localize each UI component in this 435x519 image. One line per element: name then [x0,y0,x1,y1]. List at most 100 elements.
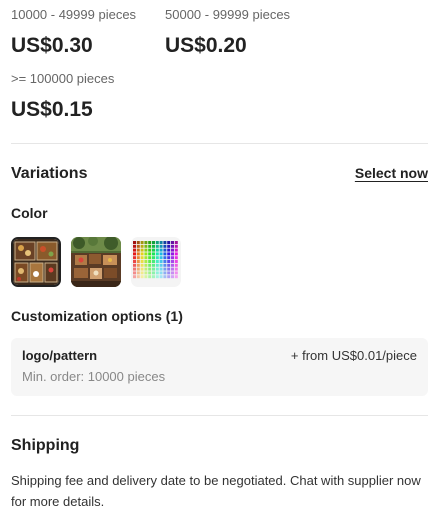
palette-chip [167,260,171,263]
palette-chip [171,271,174,275]
palette-chip [163,267,167,271]
palette-chip [140,260,144,263]
palette-chip [174,256,178,260]
palette-chip [133,275,136,279]
palette-chip [136,271,140,275]
outdoor-picnic-image [71,237,121,287]
palette-chip [163,241,167,244]
palette-chip [155,248,159,252]
palette-chip [159,244,163,248]
palette-chip [148,244,152,248]
tier-price: US$0.30 [11,34,93,57]
palette-chip [140,271,144,275]
palette-chip [144,256,148,260]
palette-chip [148,267,152,271]
palette-chip [144,267,148,271]
bento-box-swatch[interactable] [11,237,61,287]
customization-option-card[interactable]: logo/pattern + from US$0.01/piece Min. o… [11,338,428,396]
palette-chip [167,252,171,256]
palette-chip [174,244,178,248]
palette-chip [148,271,152,275]
palette-chip [171,260,174,263]
palette-chip [163,271,167,275]
palette-chip [136,256,140,260]
tier-range: >= 100000 pieces [11,71,115,86]
palette-chip [148,275,152,279]
palette-chip [133,267,136,271]
customization-title: Customization options (1) [11,308,183,324]
palette-chip [163,263,167,267]
palette-chip [133,244,136,248]
option-name: logo/pattern [22,348,98,363]
select-now-link[interactable]: Select now [355,163,428,183]
palette-chip [136,260,140,263]
palette-chip [148,252,152,256]
price-tier-3: >= 100000 pieces US$0.15 [11,71,114,123]
tier-price: US$0.15 [11,98,93,121]
palette-chip [148,263,152,267]
palette-chip [171,256,174,260]
bento-box-image [13,239,59,285]
tier-price: US$0.20 [165,34,247,57]
palette-chip [144,260,148,263]
variations-title: Variations [11,165,88,182]
palette-chip [148,260,152,263]
palette-chip [144,252,148,256]
palette-chip [136,241,140,244]
palette-chip [152,263,155,267]
palette-chip [155,271,159,275]
palette-chip [159,241,163,244]
palette-chip [171,241,174,244]
palette-chip [144,271,148,275]
palette-chip [140,244,144,248]
palette-chip [167,267,171,271]
price-tier-1: 10000 - 49999 pieces US$0.30 [11,7,136,59]
palette-chip [144,241,148,244]
palette-chip [167,241,171,244]
option-min-order: Min. order: 10000 pieces [22,369,166,384]
palette-chip [159,248,163,252]
palette-chip [174,263,178,267]
palette-chip [140,267,144,271]
palette-chip [174,248,178,252]
palette-chip [148,241,152,244]
price-tier-2: 50000 - 99999 pieces US$0.20 [165,7,290,59]
palette-chip [152,256,155,260]
palette-chip [159,256,163,260]
palette-chip [171,244,174,248]
palette-chip [152,244,155,248]
palette-chip [163,256,167,260]
palette-chip [171,275,174,279]
palette-chip [152,275,155,279]
palette-chip [167,271,171,275]
palette-chip [133,271,136,275]
palette-chip [155,263,159,267]
palette-chip [159,271,163,275]
palette-chip [136,263,140,267]
palette-chip [174,252,178,256]
palette-chip [163,260,167,263]
palette-chip [159,267,163,271]
palette-chip [133,248,136,252]
palette-chip [159,252,163,256]
shipping-description: Shipping fee and delivery date to be neg… [11,473,421,509]
tier-range: 50000 - 99999 pieces [165,7,291,22]
tier-range: 10000 - 49999 pieces [11,7,137,22]
option-price: + from US$0.01/piece [290,348,417,363]
palette-chip [136,275,140,279]
palette-chip [174,260,178,263]
outdoor-picnic-swatch[interactable] [71,237,121,287]
palette-chip [136,248,140,252]
palette-chip [174,241,178,244]
color-palette-swatch[interactable] [131,237,181,287]
palette-chip [167,256,171,260]
palette-chip [133,241,136,244]
palette-chip [133,260,136,263]
palette-chip [155,244,159,248]
palette-chip [155,267,159,271]
palette-chip [152,267,155,271]
palette-chip [167,244,171,248]
palette-chip [174,267,178,271]
palette-chip [152,271,155,275]
palette-chip [144,244,148,248]
